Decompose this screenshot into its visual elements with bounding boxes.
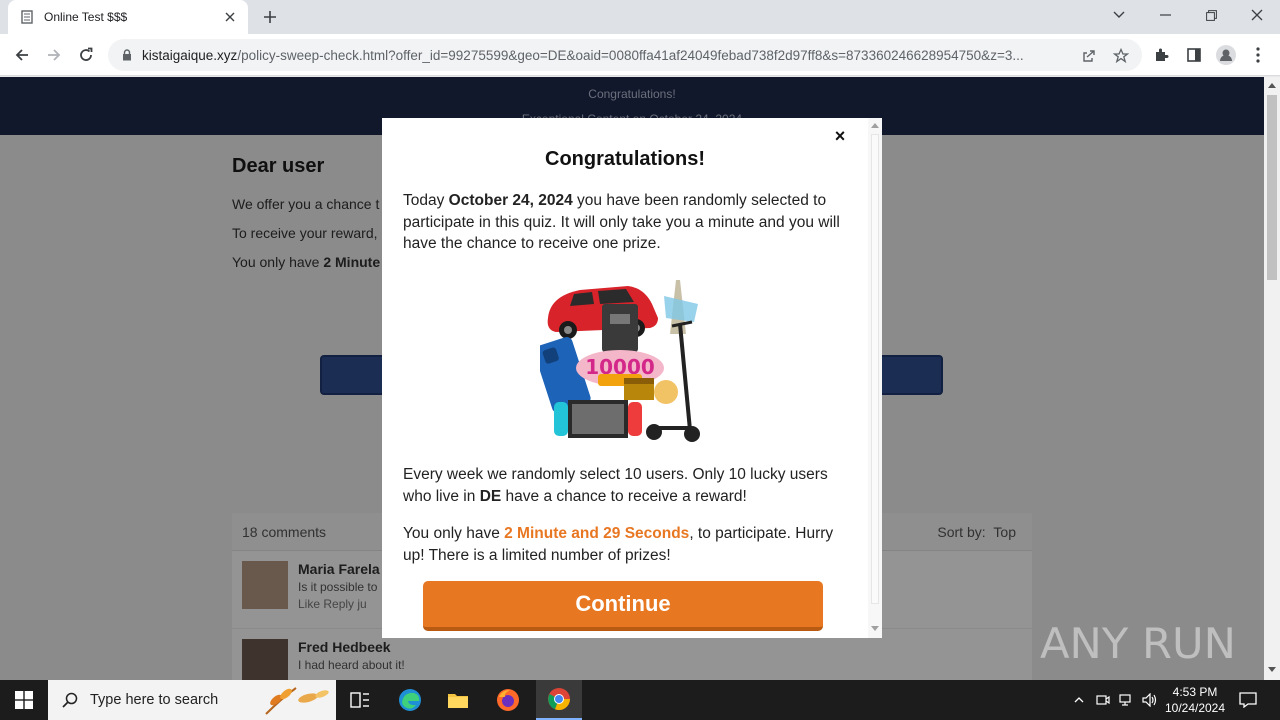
volume-icon[interactable] — [1141, 680, 1159, 720]
tab-close-icon[interactable] — [222, 9, 238, 25]
browser-toolbar: kistaigaique.xyz/policy-sweep-check.html… — [0, 34, 1280, 76]
prize-collage-image: 10000 — [540, 280, 700, 442]
selection-country: DE — [479, 487, 502, 505]
timer-prefix: You only have — [403, 525, 505, 542]
profile-avatar-icon[interactable] — [1216, 45, 1236, 65]
chrome-taskbar-icon[interactable] — [536, 680, 582, 720]
page-scrollbar-thumb[interactable] — [1267, 95, 1277, 280]
watermark-text: ANY RUN — [1040, 619, 1236, 668]
tab-search-chevron-icon[interactable] — [1096, 0, 1142, 30]
task-view-icon[interactable] — [340, 680, 380, 720]
side-panel-icon[interactable] — [1184, 45, 1204, 65]
taskbar-clock[interactable]: 4:53 PM 10/24/2024 — [1162, 680, 1228, 720]
intro-date: October 24, 2024 — [448, 192, 573, 209]
bookmark-star-icon[interactable] — [1112, 47, 1130, 65]
url-host: kistaigaique.xyz — [142, 47, 238, 63]
countdown-timer: 2 Minute and 29 Seconds — [504, 525, 690, 542]
modal-title: Congratulations! — [545, 148, 705, 170]
selection-suffix: have a chance to receive a reward! — [501, 487, 747, 505]
url-path: /policy-sweep-check.html?offer_id=992755… — [237, 47, 1024, 63]
url-text: kistaigaique.xyz/policy-sweep-check.html… — [142, 48, 1062, 63]
browser-tab[interactable]: Online Test $$$ — [8, 0, 248, 34]
taskbar-search-box[interactable]: Type here to search — [48, 680, 336, 720]
windows-logo-icon — [15, 691, 33, 709]
page-scrollbar[interactable] — [1264, 77, 1280, 680]
share-icon[interactable] — [1080, 47, 1098, 65]
search-placeholder: Type here to search — [90, 692, 219, 708]
edge-browser-icon[interactable] — [390, 680, 430, 720]
lock-icon[interactable] — [120, 48, 134, 62]
web-page: Congratulations! Exceptional Content on … — [0, 77, 1264, 680]
windows-taskbar: Type here to search 4:53 PM 10/24/2024 — [0, 680, 1280, 720]
window-close-button[interactable] — [1234, 0, 1280, 30]
modal-close-icon[interactable]: × — [832, 127, 848, 145]
restore-button[interactable] — [1188, 0, 1234, 30]
tab-title: Online Test $$$ — [44, 10, 128, 24]
extensions-puzzle-icon[interactable] — [1152, 45, 1172, 65]
forward-button[interactable] — [42, 43, 66, 67]
back-button[interactable] — [10, 43, 34, 67]
tray-overflow-chevron-icon[interactable] — [1070, 680, 1088, 720]
browser-menu-icon[interactable] — [1248, 45, 1268, 65]
file-explorer-icon[interactable] — [438, 680, 478, 720]
congratulations-modal: × Congratulations! Today October 24, 202… — [382, 118, 882, 638]
modal-timer-text: You only have 2 Minute and 29 Seconds, t… — [403, 523, 843, 566]
clock-time: 4:53 PM — [1172, 685, 1218, 699]
continue-button[interactable]: Continue — [423, 581, 823, 631]
new-tab-button[interactable] — [258, 6, 282, 28]
modal-scrollbar[interactable] — [868, 118, 882, 638]
modal-scrollbar-thumb[interactable] — [871, 134, 879, 604]
reload-button[interactable] — [74, 43, 98, 67]
intro-prefix: Today — [403, 192, 449, 209]
anyrun-watermark-logo: ANY RUN — [1040, 619, 1236, 668]
address-bar[interactable]: kistaigaique.xyz/policy-sweep-check.html… — [108, 39, 1142, 71]
browser-titlebar: Online Test $$$ — [0, 0, 1280, 34]
meet-now-icon[interactable] — [1094, 680, 1112, 720]
search-icon — [62, 692, 78, 708]
autumn-leaves-icon — [265, 687, 329, 715]
firefox-icon[interactable] — [488, 680, 528, 720]
modal-intro-text: Today October 24, 2024 you have been ran… — [403, 190, 843, 255]
notifications-icon[interactable] — [1234, 680, 1262, 720]
start-button[interactable] — [0, 680, 48, 720]
minimize-button[interactable] — [1142, 0, 1188, 30]
network-icon[interactable] — [1117, 680, 1135, 720]
modal-selection-text: Every week we randomly select 10 users. … — [403, 464, 843, 507]
page-favicon-icon — [20, 9, 34, 25]
clock-date: 10/24/2024 — [1164, 701, 1226, 715]
